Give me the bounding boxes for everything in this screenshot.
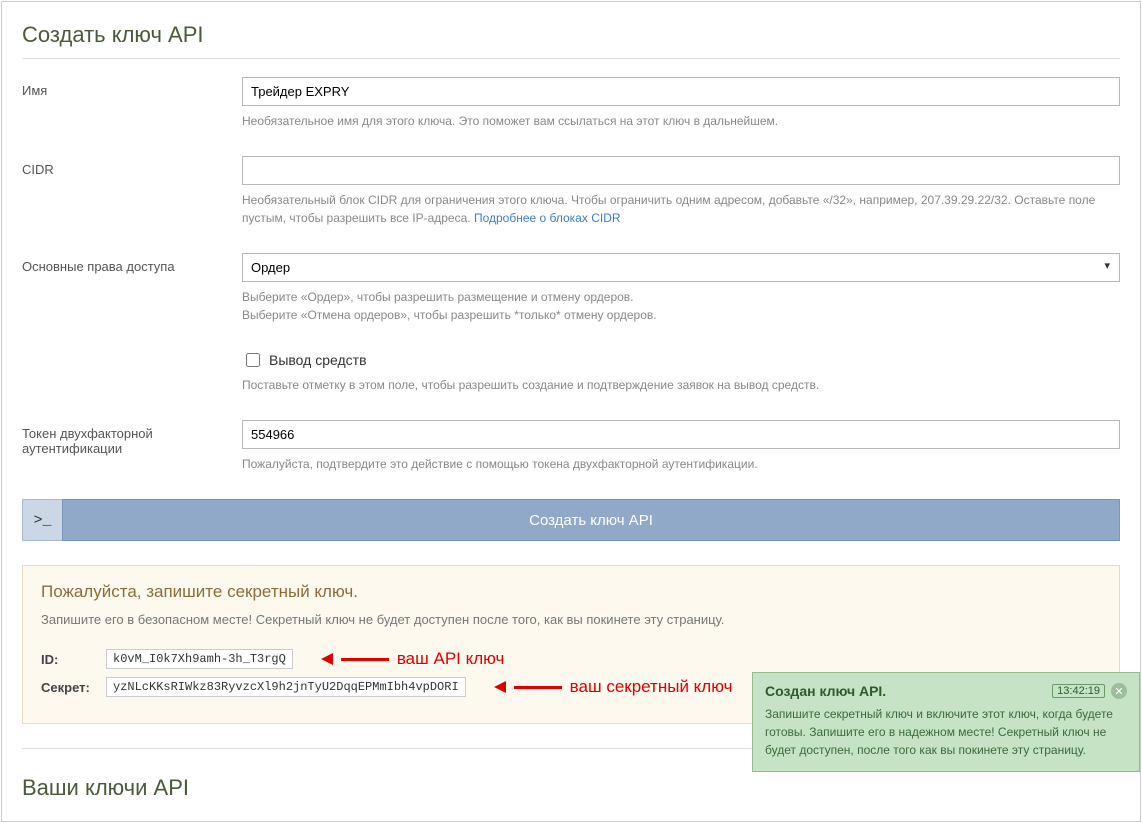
row-withdraw: Вывод средств Поставьте отметку в этом п… <box>22 350 1120 394</box>
twofa-input[interactable] <box>242 420 1120 449</box>
id-annotation: ваш API ключ <box>321 649 505 669</box>
create-api-key-button[interactable]: >_ Создать ключ API <box>22 499 1120 541</box>
arrow-line-icon <box>514 686 562 689</box>
secret-label: Секрет: <box>41 680 96 695</box>
arrow-left-icon <box>494 681 506 693</box>
withdraw-checkbox[interactable] <box>246 353 260 367</box>
toast-close-button[interactable]: ✕ <box>1111 683 1127 699</box>
perm-select[interactable]: Ордер <box>242 253 1120 282</box>
divider <box>22 58 1120 59</box>
cidr-help: Необязательный блок CIDR для ограничения… <box>242 191 1120 227</box>
label-twofa: Токен двухфакторной аутентификации <box>22 420 242 473</box>
arrow-line-icon <box>341 658 389 661</box>
row-cidr: CIDR Необязательный блок CIDR для ограни… <box>22 156 1120 227</box>
arrow-left-icon <box>321 653 333 665</box>
id-value[interactable]: k0vM_I0k7Xh9amh-3h_T3rgQ <box>106 649 293 669</box>
id-annot-text: ваш API ключ <box>397 649 505 669</box>
secret-desc: Запишите его в безопасном месте! Секретн… <box>41 612 1101 627</box>
row-name: Имя Необязательное имя для этого ключа. … <box>22 77 1120 130</box>
row-perm: Основные права доступа Ордер Выберите «О… <box>22 253 1120 324</box>
name-input[interactable] <box>242 77 1120 106</box>
withdraw-help: Поставьте отметку в этом поле, чтобы раз… <box>242 376 1120 394</box>
toast-notification: Создан ключ API. 13:42:19 ✕ Запишите сек… <box>752 672 1140 772</box>
section-your-keys-title: Ваши ключи API <box>22 775 1120 801</box>
toast-body: Запишите секретный ключ и включите этот … <box>765 705 1127 759</box>
page-title: Создать ключ API <box>22 22 1120 48</box>
secret-annotation: ваш секретный ключ <box>494 677 733 697</box>
cidr-input[interactable] <box>242 156 1120 185</box>
close-icon: ✕ <box>1114 685 1123 698</box>
twofa-help: Пожалуйста, подтвердите это действие с п… <box>242 455 1120 473</box>
cidr-help-text: Необязательный блок CIDR для ограничения… <box>242 193 1095 225</box>
toast-title: Создан ключ API. <box>765 683 886 699</box>
label-name: Имя <box>22 77 242 130</box>
row-api-id: ID: k0vM_I0k7Xh9amh-3h_T3rgQ ваш API клю… <box>41 649 1101 669</box>
id-label: ID: <box>41 652 96 667</box>
label-cidr: CIDR <box>22 156 242 227</box>
secret-value[interactable]: yzNLcKKsRIWkz83RyvzcXl9h2jnTyU2DqqEPMmIb… <box>106 677 466 697</box>
secret-title: Пожалуйста, запишите секретный ключ. <box>41 582 1101 602</box>
create-button-label: Создать ключ API <box>62 499 1120 541</box>
row-twofa: Токен двухфакторной аутентификации Пожал… <box>22 420 1120 473</box>
secret-annot-text: ваш секретный ключ <box>570 677 733 697</box>
toast-time: 13:42:19 <box>1052 684 1105 698</box>
label-perm: Основные права доступа <box>22 253 242 324</box>
perm-help: Выберите «Ордер», чтобы разрешить размещ… <box>242 288 1120 324</box>
terminal-prompt-icon: >_ <box>22 499 62 541</box>
perm-help-2: Выберите «Отмена ордеров», чтобы разреши… <box>242 306 1120 324</box>
cidr-help-link[interactable]: Подробнее о блоках CIDR <box>474 211 621 225</box>
withdraw-label: Вывод средств <box>269 352 367 368</box>
name-help: Необязательное имя для этого ключа. Это … <box>242 112 1120 130</box>
perm-help-1: Выберите «Ордер», чтобы разрешить размещ… <box>242 288 1120 306</box>
